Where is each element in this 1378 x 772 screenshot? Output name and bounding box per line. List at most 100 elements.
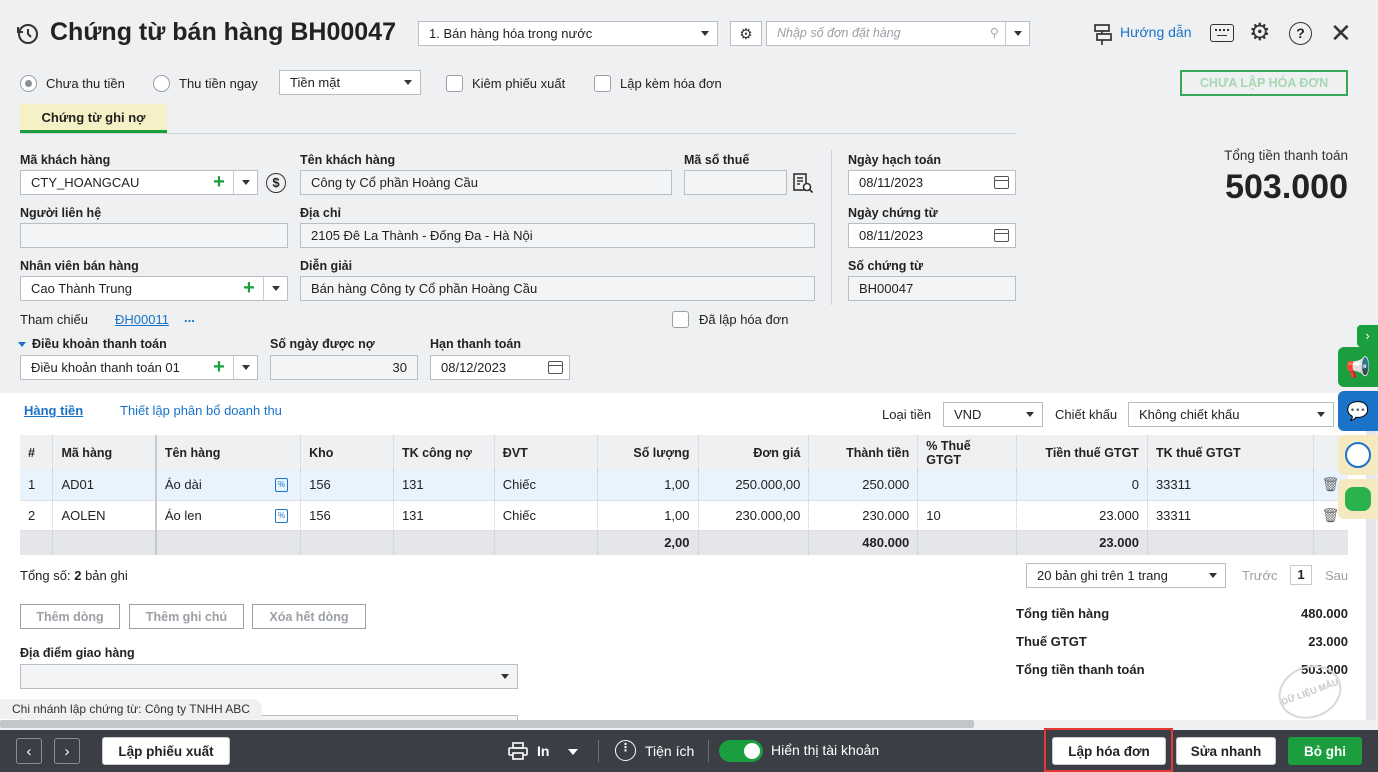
tab-revenue-allocation[interactable]: Thiết lập phân bổ doanh thu <box>120 403 282 418</box>
calendar-icon[interactable] <box>994 229 1009 242</box>
guide-icon[interactable] <box>1092 22 1114 46</box>
order-search-input[interactable]: Nhập số đơn đặt hàng ⚲ <box>766 21 1030 46</box>
pager-current-page[interactable]: 1 <box>1290 565 1312 585</box>
currency-select[interactable]: VND <box>943 402 1043 427</box>
invoiced-checkbox[interactable] <box>672 311 689 328</box>
item-detail-icon[interactable]: % <box>275 478 289 492</box>
add-salesperson-icon[interactable]: + <box>239 277 259 300</box>
cell[interactable]: 0 <box>1016 470 1148 501</box>
cell[interactable]: 10 <box>917 500 1018 531</box>
col-header[interactable]: Kho <box>300 435 394 470</box>
add-row-button[interactable]: Thêm dòng <box>20 604 120 629</box>
discount-select[interactable]: Không chiết khấu <box>1128 402 1334 427</box>
paid-radio[interactable] <box>153 75 170 92</box>
add-note-button[interactable]: Thêm ghi chú <box>129 604 244 629</box>
col-header[interactable]: Mã hàng <box>52 435 157 470</box>
cell[interactable]: 131 <box>393 500 495 531</box>
chat-tab[interactable]: 💬 <box>1338 391 1378 431</box>
col-header[interactable]: ĐVT <box>494 435 598 470</box>
cell[interactable] <box>917 470 1018 501</box>
help-icon[interactable]: ? <box>1289 22 1312 45</box>
more-icon[interactable]: ⋮ <box>615 740 636 761</box>
col-header[interactable]: TK thuế GTGT <box>1147 435 1314 470</box>
voucher-no-input[interactable]: BH00047 <box>848 276 1016 301</box>
table-row[interactable]: 1 AD01 Áo dài% 156 131 Chiếc 1,00 250.00… <box>20 470 1348 501</box>
terms-input[interactable]: Điều khoản thanh toán 01 + <box>20 355 258 380</box>
export-slip-checkbox[interactable] <box>446 75 463 92</box>
utilities-button[interactable]: Tiện ích <box>645 743 694 759</box>
show-accounts-toggle[interactable] <box>719 740 763 762</box>
with-invoice-checkbox[interactable] <box>594 75 611 92</box>
col-header[interactable]: Số lượng <box>597 435 699 470</box>
horizontal-scrollbar[interactable] <box>0 720 974 728</box>
customer-name-input[interactable]: Công ty Cổ phần Hoàng Cầu <box>300 170 672 195</box>
settings-small-button[interactable]: ⚙ <box>730 21 762 46</box>
salesperson-input[interactable]: Cao Thành Trung + <box>20 276 288 301</box>
next-voucher-button[interactable]: › <box>54 738 80 764</box>
col-header[interactable]: Tiền thuế GTGT <box>1016 435 1148 470</box>
item-detail-icon[interactable]: % <box>275 508 289 523</box>
assistant-tab[interactable] <box>1338 479 1378 519</box>
cell[interactable]: AD01 <box>52 470 157 501</box>
pager-prev[interactable]: Trước <box>1242 568 1278 583</box>
export-slip-button[interactable]: Lập phiếu xuất <box>102 737 230 765</box>
reference-more-link[interactable]: ... <box>184 310 195 325</box>
description-input[interactable]: Bán hàng Công ty Cổ phần Hoàng Cầu <box>300 276 815 301</box>
cell[interactable]: Chiếc <box>494 470 598 501</box>
currency-dollar-icon[interactable]: $ <box>266 173 286 193</box>
col-header[interactable]: TK công nợ <box>393 435 495 470</box>
settings-icon[interactable]: ⚙ <box>1249 20 1271 46</box>
support-avatar-tab[interactable] <box>1338 435 1378 475</box>
address-input[interactable]: 2105 Đê La Thành - Đống Đa - Hà Nội <box>300 223 815 248</box>
cell[interactable]: AOLEN <box>52 500 157 531</box>
page-size-select[interactable]: 20 bản ghi trên 1 trang <box>1026 563 1226 588</box>
print-button[interactable]: In <box>537 743 549 759</box>
due-date-input[interactable]: 08/12/2023 <box>430 355 570 380</box>
customer-code-input[interactable]: CTY_HOANGCAU + <box>20 170 258 195</box>
cell[interactable]: Chiếc <box>494 500 598 531</box>
tab-goods[interactable]: Hàng tiền <box>24 403 83 418</box>
prev-voucher-button[interactable]: ‹ <box>16 738 42 764</box>
side-expand-tab[interactable]: › <box>1357 325 1378 347</box>
cell[interactable]: 1,00 <box>597 470 699 501</box>
col-header[interactable]: Tên hàng <box>154 435 302 470</box>
col-header[interactable]: Thành tiền <box>808 435 919 470</box>
cell[interactable]: 230.000 <box>808 500 919 531</box>
calendar-icon[interactable] <box>548 361 563 374</box>
pager-next[interactable]: Sau <box>1325 568 1348 583</box>
announcement-tab[interactable]: 📢 <box>1338 347 1378 387</box>
tax-lookup-icon[interactable] <box>792 172 814 194</box>
unpaid-radio[interactable] <box>20 75 37 92</box>
cell[interactable]: 23.000 <box>1016 500 1148 531</box>
print-icon[interactable] <box>508 742 528 760</box>
tax-code-input[interactable] <box>684 170 787 195</box>
quick-edit-button[interactable]: Sửa nhanh <box>1176 737 1276 765</box>
add-customer-icon[interactable]: + <box>209 171 229 194</box>
sale-type-select[interactable]: 1. Bán hàng hóa trong nước <box>418 21 718 46</box>
trash-icon[interactable]: 🗑 <box>1322 476 1340 492</box>
cell[interactable]: 156 <box>300 500 394 531</box>
cell[interactable]: Áo dài% <box>154 470 302 501</box>
clear-rows-button[interactable]: Xóa hết dòng <box>252 604 366 629</box>
history-icon[interactable] <box>16 22 40 46</box>
close-icon[interactable]: ✕ <box>1330 20 1352 46</box>
cell[interactable]: 1,00 <box>597 500 699 531</box>
delivery-select[interactable] <box>20 664 518 689</box>
cell[interactable]: 33311 <box>1147 500 1314 531</box>
add-terms-icon[interactable]: + <box>209 356 229 379</box>
cell[interactable]: Áo len% <box>154 500 302 531</box>
tab-debit-voucher[interactable]: Chứng từ ghi nợ <box>20 104 167 133</box>
unpost-button[interactable]: Bỏ ghi <box>1288 737 1362 765</box>
col-header[interactable]: Đơn giá <box>698 435 810 470</box>
table-row[interactable]: 2 AOLEN Áo len% 156 131 Chiếc 1,00 230.0… <box>20 500 1348 531</box>
keyboard-icon[interactable] <box>1210 24 1234 42</box>
trash-icon[interactable]: 🗑 <box>1322 507 1340 523</box>
contact-input[interactable] <box>20 223 288 248</box>
cell[interactable]: 230.000,00 <box>698 500 810 531</box>
cell[interactable]: 250.000 <box>808 470 919 501</box>
reference-link[interactable]: ĐH00011 <box>115 312 169 327</box>
voucher-date-input[interactable]: 08/11/2023 <box>848 223 1016 248</box>
cell[interactable]: 33311 <box>1147 470 1314 501</box>
calendar-icon[interactable] <box>994 176 1009 189</box>
posting-date-input[interactable]: 08/11/2023 <box>848 170 1016 195</box>
